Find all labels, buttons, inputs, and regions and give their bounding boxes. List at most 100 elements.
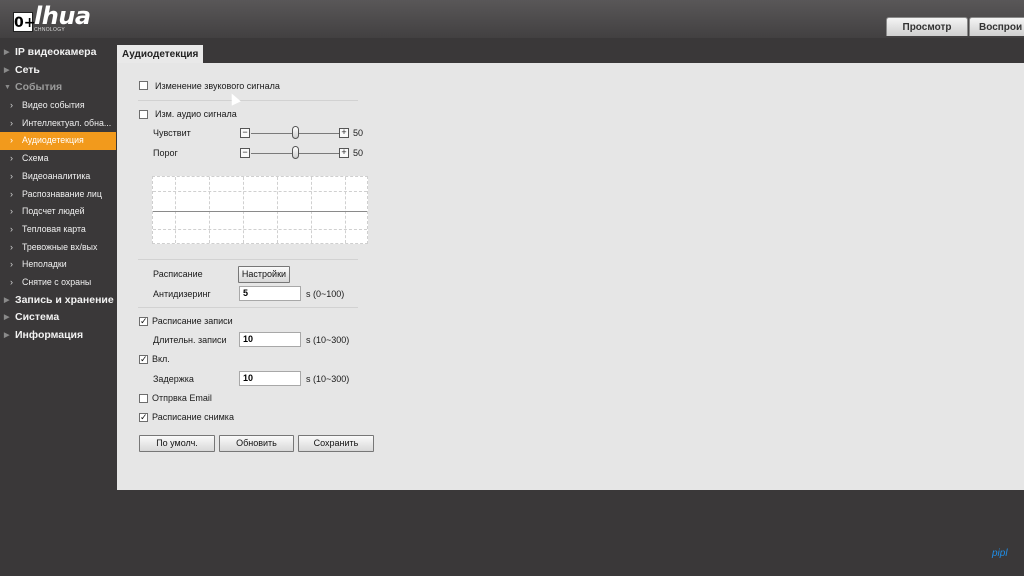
chevron-right-icon: › [10,153,13,164]
age-rating-badge: 0+ [13,12,36,32]
top-bar: 0+ lhua CHNOLOGY Просмотр Воспрои [0,0,1024,38]
audio-waveform-graph [152,176,368,244]
sidebar-item-video-analytics[interactable]: › Видеоаналитика [0,168,116,186]
grid-line [243,177,244,243]
sidebar-item-label: Видео события [22,100,85,111]
tab-playback[interactable]: Воспрои [969,17,1024,36]
triangle-right-icon: ▶ [4,49,10,56]
refresh-button[interactable]: Обновить [219,435,294,452]
delay-input[interactable]: 10 [239,371,301,386]
sidebar-item-heat-map[interactable]: › Тепловая карта [0,221,116,239]
send-email-label: Отпрвка Email [152,393,212,403]
sidebar-item-label: Подсчет людей [22,206,85,217]
threshold-label: Порог [153,148,178,158]
age-rating-text: 0+ [14,15,36,31]
sidebar-item-label: Тревожные вх/вых [22,241,98,252]
threshold-slider-handle[interactable] [292,146,299,159]
sidebar-item-label: Сеть [15,63,40,76]
audio-change-checkbox[interactable] [139,81,148,90]
sidebar-item-alarm-io[interactable]: › Тревожные вх/вых [0,239,116,257]
watermark: pipl [992,548,1008,559]
save-button[interactable]: Сохранить [298,435,374,452]
sensitivity-label: Чувствит [153,128,191,138]
sidebar-item-label: Видеоаналитика [22,170,91,181]
record-schedule-checkbox[interactable]: ✓ [139,317,148,326]
threshold-increase-button[interactable]: + [339,148,349,158]
audio-change-label: Изменение звукового сигнала [155,81,280,91]
sidebar-item-ip-camera[interactable]: ▶ IP видеокамера [0,44,116,62]
logo-text: lhua [34,2,91,30]
sidebar-item-system[interactable]: ▶ Система [0,309,116,327]
divider [138,100,358,101]
grid-line [311,177,312,243]
record-schedule-label: Расписание записи [152,316,233,326]
chevron-right-icon: › [10,117,13,128]
chevron-right-icon: › [10,188,13,199]
grid-line [345,177,346,243]
enable-label: Вкл. [152,354,170,364]
sensitivity-increase-button[interactable]: + [339,128,349,138]
audio-level-label: Изм. аудио сигнала [155,109,237,119]
snapshot-schedule-label: Расписание снимка [152,412,234,422]
audio-level-checkbox[interactable] [139,110,148,119]
sidebar-item-storage[interactable]: ▶ Запись и хранение [0,292,116,310]
enable-checkbox[interactable]: ✓ [139,355,148,364]
sidebar-item-video-events[interactable]: › Видео события [0,97,116,115]
sidebar-item-label: События [15,81,63,94]
chevron-right-icon: › [10,100,13,111]
grid-line [153,191,367,192]
sidebar-item-audio-detection[interactable]: › Аудиодетекция [0,132,116,151]
antidither-input[interactable]: 5 [239,286,301,301]
waveform-baseline [153,211,367,212]
delay-label: Задержка [153,374,194,384]
snapshot-schedule-checkbox[interactable]: ✓ [139,413,148,422]
sidebar-item-abnormality[interactable]: › Неполадки [0,256,116,274]
sidebar-item-label: Снятие с охраны [22,276,92,287]
sidebar-item-label: Интеллектуал. обна... [22,117,112,128]
grid-line [209,177,210,243]
sensitivity-decrease-button[interactable]: − [240,128,250,138]
triangle-right-icon: ▶ [4,66,10,74]
chevron-right-icon: › [10,259,13,270]
sidebar-item-smart-detection[interactable]: › Интеллектуал. обна... [0,115,116,133]
triangle-down-icon: ▼ [4,84,11,92]
schedule-label: Расписание [153,269,203,279]
triangle-right-icon: ▶ [4,314,10,322]
grid-line [153,229,367,230]
chevron-right-icon: › [10,223,13,234]
sidebar-item-network[interactable]: ▶ Сеть [0,62,116,80]
sensitivity-value: 50 [353,128,364,138]
delay-unit: s (10~300) [306,374,350,384]
sidebar-item-people-counting[interactable]: › Подсчет людей [0,203,116,221]
record-duration-unit: s (10~300) [306,335,350,345]
record-duration-input[interactable]: 10 [239,332,301,347]
sidebar-item-scheme[interactable]: › Схема [0,150,116,168]
sidebar-item-label: IP видеокамера [15,46,97,58]
sidebar-item-events[interactable]: ▼ События [0,79,116,97]
sidebar-item-information[interactable]: ▶ Информация [0,327,116,345]
triangle-right-icon: ▶ [4,332,10,339]
sidebar-item-label: Запись и хранение [15,293,114,306]
sidebar-menu: ▶ IP видеокамера ▶ Сеть ▼ События › Видео со… [0,44,116,345]
antidither-unit: s (0~100) [306,289,345,299]
schedule-settings-button[interactable]: Настройки [238,266,290,283]
divider [138,307,358,308]
sidebar-item-label: Распознавание лиц [22,188,102,199]
tab-preview[interactable]: Просмотр [886,17,968,36]
tab-audio-detection[interactable]: Аудиодетекция [117,45,204,64]
chevron-right-icon: › [10,241,13,252]
chevron-right-icon: › [10,206,13,217]
sidebar-item-disarming[interactable]: › Снятие с охраны [0,274,116,292]
chevron-right-icon: › [10,276,13,287]
brand-logo: lhua [34,2,91,30]
divider [138,259,358,260]
sidebar-item-label: Аудиодетекция [22,135,84,146]
sidebar-item-face-recognition[interactable]: › Распознавание лиц [0,186,116,204]
chevron-right-icon: › [10,170,13,181]
send-email-checkbox[interactable] [139,394,148,403]
sidebar-item-label: Информация [15,329,84,341]
default-button[interactable]: По умолч. [139,435,215,452]
sensitivity-slider-handle[interactable] [292,126,299,139]
threshold-decrease-button[interactable]: − [240,148,250,158]
threshold-value: 50 [353,148,364,158]
